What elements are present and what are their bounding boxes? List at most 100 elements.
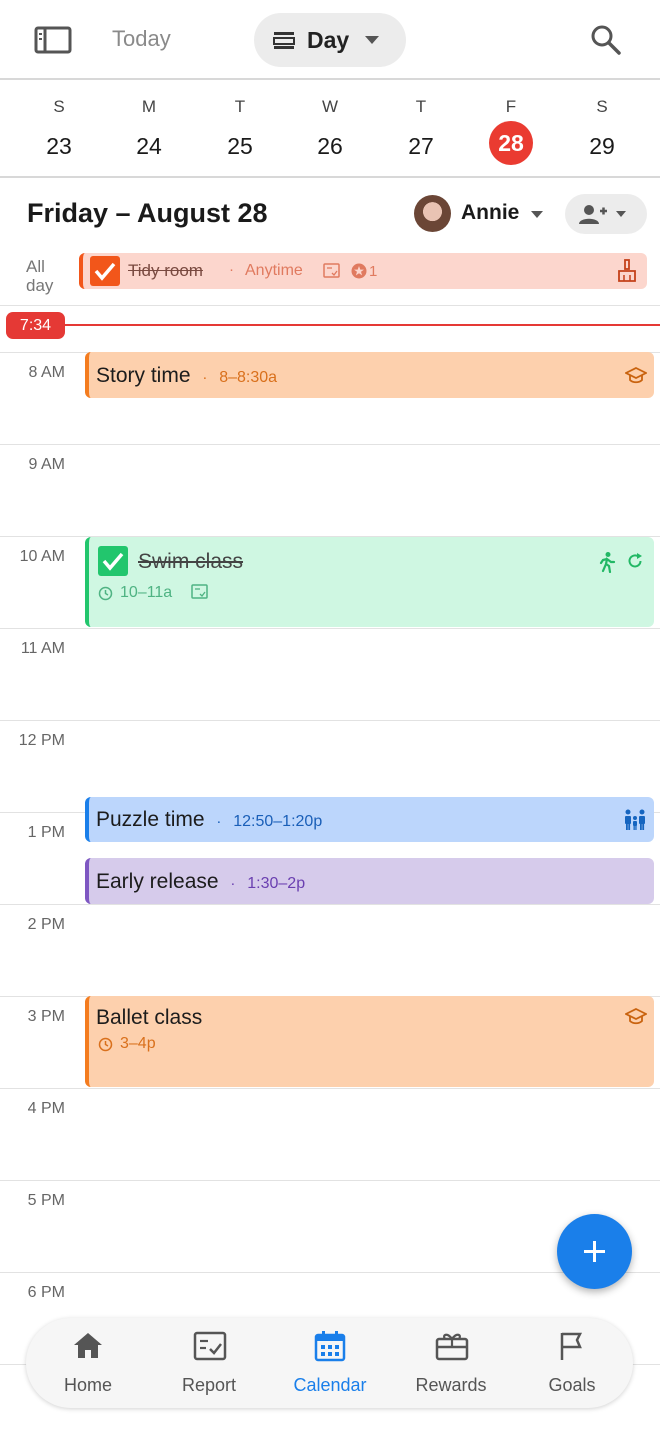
event-title: Early release: [96, 870, 219, 893]
week-day-thu[interactable]: T 27: [391, 82, 451, 178]
weekday-number: 26: [317, 133, 343, 159]
nav-calendar[interactable]: Calendar: [270, 1330, 390, 1400]
event-time: 3–4p: [120, 1035, 156, 1052]
week-strip: S 23 M 24 T 25 W 26 T 27 F 28 S 29: [0, 82, 660, 178]
view-mode-label: Day: [307, 27, 350, 53]
day-view-icon: [273, 32, 295, 49]
hour-row[interactable]: 11 AM: [0, 628, 660, 720]
checklist-icon: [323, 263, 340, 278]
separator-dot: ·: [202, 369, 208, 386]
weekday-number: 24: [136, 133, 162, 159]
graduation-cap-icon: [625, 366, 647, 384]
add-event-button[interactable]: [557, 1214, 632, 1289]
weekday-number: 23: [46, 133, 72, 159]
event-title: Story time: [96, 364, 191, 387]
all-day-label: All day: [26, 257, 54, 295]
event-when: Anytime: [245, 262, 303, 279]
separator-dot: ·: [230, 875, 236, 892]
event-title: Puzzle time: [96, 808, 205, 831]
person-name[interactable]: Annie: [461, 201, 519, 225]
separator-dot: ·: [229, 261, 234, 278]
nav-goals[interactable]: Goals: [512, 1330, 632, 1400]
hour-label: 4 PM: [27, 1100, 65, 1117]
hour-line: [0, 720, 660, 721]
weekday-letter: S: [596, 97, 608, 116]
hour-label: 12 PM: [18, 732, 65, 749]
flag-icon: [560, 1332, 583, 1360]
weekday-number: 28: [489, 121, 533, 165]
hour-label: 1 PM: [27, 824, 65, 841]
points-count: 1: [369, 263, 378, 280]
hour-line: [0, 444, 660, 445]
add-person-button[interactable]: [565, 194, 647, 234]
weekday-letter: T: [415, 97, 427, 116]
report-icon: [193, 1331, 227, 1361]
event-puzzle-time[interactable]: Puzzle time · 12:50–1:20p: [85, 797, 654, 842]
family-icon: [625, 809, 645, 830]
hour-line: [0, 1180, 660, 1181]
hour-line: [0, 904, 660, 905]
event-time: 8–8:30a: [219, 369, 278, 386]
event-title: Tidy room: [128, 261, 203, 280]
weekday-number: 25: [227, 133, 253, 159]
hour-line: [0, 628, 660, 629]
hour-row[interactable]: 2 PM: [0, 904, 660, 996]
repeat-icon: [628, 553, 642, 568]
week-day-mon[interactable]: M 24: [119, 82, 179, 178]
event-ballet-class[interactable]: Ballet class 3–4p: [85, 996, 654, 1087]
event-story-time[interactable]: Story time · 8–8:30a: [85, 352, 654, 398]
hour-label: 8 AM: [28, 364, 65, 381]
hour-row[interactable]: 9 AM: [0, 444, 660, 536]
hour-label: 11 AM: [20, 640, 65, 657]
event-time: 1:30–2p: [247, 875, 306, 892]
clock-icon: [98, 586, 113, 601]
star-points-icon: [351, 263, 367, 279]
hour-label: 9 AM: [28, 456, 65, 473]
today-button[interactable]: Today: [112, 26, 171, 52]
date-title: Friday – August 28: [27, 198, 268, 228]
nav-label: Rewards: [415, 1375, 487, 1395]
person-caret-down-icon[interactable]: [530, 210, 544, 219]
event-early-release[interactable]: Early release · 1:30–2p: [85, 858, 654, 904]
week-day-wed[interactable]: W 26: [300, 82, 360, 178]
weekday-number: 27: [408, 133, 434, 159]
event-title: Swim class: [138, 550, 244, 573]
event-title: Ballet class: [96, 1006, 203, 1029]
hour-row[interactable]: 4 PM: [0, 1088, 660, 1180]
plus-icon: [584, 1241, 605, 1262]
nav-label: Home: [63, 1375, 112, 1395]
completed-checkbox-icon[interactable]: [98, 546, 128, 576]
all-day-event-tidy-room[interactable]: Tidy room · Anytime 1: [79, 253, 647, 289]
nav-label: Goals: [548, 1375, 596, 1395]
separator-dot: ·: [216, 813, 222, 830]
week-day-sat[interactable]: S 29: [572, 82, 632, 178]
event-swim-class[interactable]: Swim class 10–11a: [85, 537, 654, 627]
week-day-sun[interactable]: S 23: [29, 82, 89, 178]
event-time: 12:50–1:20p: [233, 813, 323, 830]
week-day-fri-selected[interactable]: F 28: [481, 82, 541, 178]
search-icon[interactable]: [588, 22, 624, 58]
hour-line: [0, 1088, 660, 1089]
weekday-letter: M: [141, 97, 157, 116]
nav-report[interactable]: Report: [149, 1330, 269, 1400]
completed-checkbox-icon[interactable]: [90, 256, 120, 286]
nav-rewards[interactable]: Rewards: [391, 1330, 511, 1400]
week-day-tue[interactable]: T 25: [210, 82, 270, 178]
nav-label: Calendar: [293, 1375, 367, 1395]
sidebar-toggle-icon[interactable]: [30, 22, 76, 58]
calendar-icon: [314, 1331, 346, 1362]
caret-down-icon: [616, 211, 626, 217]
nav-home[interactable]: Home: [28, 1330, 148, 1400]
weekday-letter: W: [321, 97, 339, 116]
hour-label: 5 PM: [27, 1192, 65, 1209]
caret-down-icon: [365, 36, 379, 44]
avatar[interactable]: [414, 195, 451, 232]
graduation-cap-icon: [625, 1007, 647, 1025]
view-mode-selector[interactable]: Day: [254, 13, 406, 67]
home-icon: [74, 1333, 102, 1358]
broom-icon: [618, 259, 636, 282]
divider: [0, 305, 660, 306]
weekday-letter: F: [505, 97, 517, 116]
hour-label: 3 PM: [27, 1008, 65, 1025]
gift-card-icon: [435, 1333, 469, 1361]
